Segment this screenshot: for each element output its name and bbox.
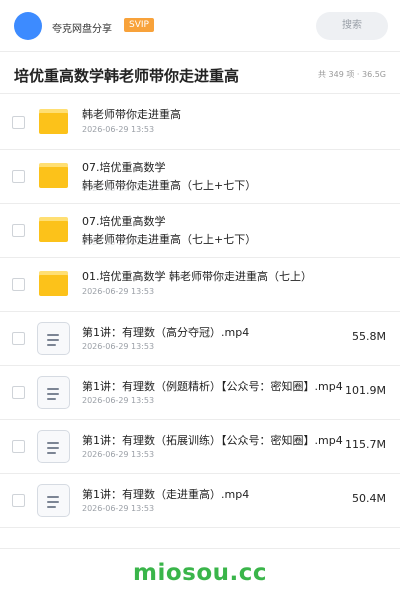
item-date: 2026-06-29 13:53 [82, 504, 155, 513]
item-name[interactable]: 第1讲：有理数（拓展训练）【公众号：密知圈】.mp4 [82, 432, 343, 448]
page-title: 培优重高数学韩老师带你走进重高 [14, 67, 240, 85]
folder-row[interactable]: 07.培优重高数学 韩老师带你走进重高（七上+七下） 2026-06-29 13:… [0, 150, 400, 204]
file-size: 50.4M [352, 492, 386, 505]
select-checkbox[interactable] [12, 278, 25, 291]
watermark-text: miosou.cc [132, 560, 268, 586]
select-checkbox[interactable] [12, 386, 25, 399]
title-bar: 培优重高数学韩老师带你走进重高 共 349 项 · 36.5G [0, 52, 400, 94]
file-row[interactable]: 第1讲：有理数（走进重高）.mp4 2026-06-29 13:53 50.4M [0, 474, 400, 528]
item-date: 2026-06-29 13:53 [82, 450, 155, 459]
file-row[interactable]: 第1讲：有理数（拓展训练）【公众号：密知圈】.mp4 2026-06-29 13:… [0, 420, 400, 474]
divider [0, 548, 400, 549]
item-date: 2026-06-29 13:53 [82, 396, 155, 405]
item-date: 2026-06-29 13:53 [82, 287, 155, 296]
user-name: 夸克网盘分享 [52, 24, 112, 35]
file-size: 101.9M [345, 384, 386, 397]
item-date: 2026-06-29 13:53 [82, 125, 155, 134]
folder-icon [39, 163, 68, 188]
video-file-icon [37, 322, 70, 355]
item-name[interactable]: 第1讲：有理数（例题精析）【公众号：密知圈】.mp4 [82, 378, 343, 394]
top-header: 夸克网盘分享 SVIP 搜索 [0, 0, 400, 52]
file-row[interactable]: 第1讲：有理数（高分夺冠）.mp4 2026-06-29 13:53 55.8M [0, 312, 400, 366]
folder-icon [39, 217, 68, 242]
item-name[interactable]: 01.培优重高数学 韩老师带你走进重高（七上） [82, 268, 312, 284]
folder-row[interactable]: 韩老师带你走进重高 2026-06-29 13:53 [0, 96, 400, 150]
file-size: 55.8M [352, 330, 386, 343]
item-summary: 共 349 项 · 36.5G [318, 70, 386, 79]
select-checkbox[interactable] [12, 170, 25, 183]
item-name[interactable]: 第1讲：有理数（高分夺冠）.mp4 [82, 324, 249, 340]
video-file-icon [37, 430, 70, 463]
avatar[interactable] [14, 12, 42, 40]
search-input[interactable]: 搜索 [316, 12, 388, 40]
item-name[interactable]: 第1讲：有理数（走进重高）.mp4 [82, 486, 249, 502]
item-date: 2026-06-29 13:53 [82, 342, 155, 351]
svip-badge: SVIP [124, 18, 154, 32]
folder-icon [39, 109, 68, 134]
file-row[interactable]: 第1讲：有理数（例题精析）【公众号：密知圈】.mp4 2026-06-29 13:… [0, 366, 400, 420]
folder-icon [39, 271, 68, 296]
item-name[interactable]: 韩老师带你走进重高 [82, 106, 181, 122]
select-checkbox[interactable] [12, 494, 25, 507]
video-file-icon [37, 376, 70, 409]
folder-row[interactable]: 01.培优重高数学 韩老师带你走进重高（七上） 2026-06-29 13:53 [0, 258, 400, 312]
select-checkbox[interactable] [12, 224, 25, 237]
file-size: 115.7M [345, 438, 386, 451]
select-checkbox[interactable] [12, 440, 25, 453]
select-checkbox[interactable] [12, 332, 25, 345]
item-date: 2026-06-29 13:53 [82, 238, 155, 247]
file-list: 韩老师带你走进重高 2026-06-29 13:53 07.培优重高数学 韩老师带你… [0, 96, 400, 528]
folder-row[interactable]: 07.培优重高数学 韩老师带你走进重高（七上+七下） 2026-06-29 13:… [0, 204, 400, 258]
video-file-icon [37, 484, 70, 517]
select-checkbox[interactable] [12, 116, 25, 129]
item-date: 2026-06-29 13:53 [82, 184, 155, 193]
